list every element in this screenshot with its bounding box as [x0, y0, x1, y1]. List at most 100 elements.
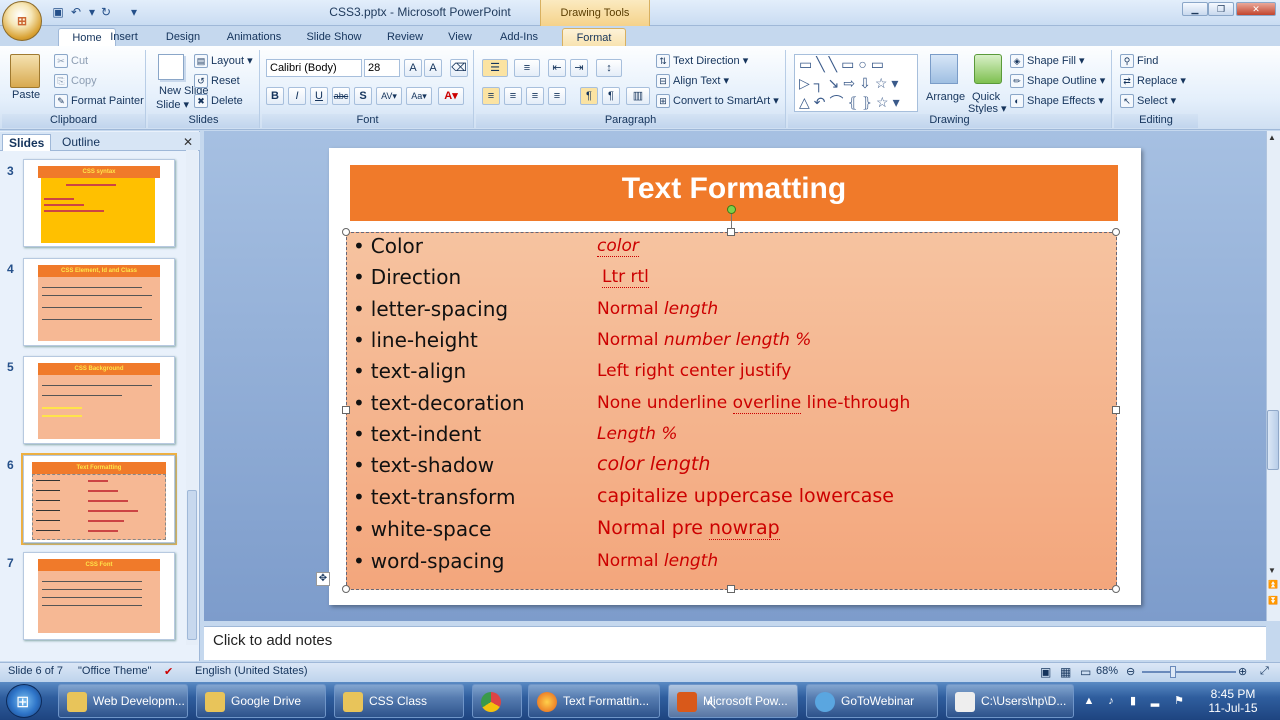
columns-button[interactable]: ▥	[626, 87, 650, 105]
slideshow-view-icon[interactable]: ▭	[1080, 665, 1091, 679]
taskbar-item-css-class[interactable]: CSS Class	[334, 684, 464, 718]
bold-button[interactable]: B	[266, 87, 284, 105]
shape-outline-button[interactable]: ✏ Shape Outline ▾	[1010, 74, 1105, 89]
start-button[interactable]: ⊞	[6, 684, 42, 718]
slide-thumbnail-5[interactable]: CSS Background	[23, 356, 175, 444]
taskbar-item-explorer-path[interactable]: C:\Users\hp\D...	[946, 684, 1074, 718]
find-button[interactable]: ⚲ Find	[1120, 54, 1158, 69]
notes-pane[interactable]	[204, 626, 1266, 660]
close-pane-icon[interactable]: ✕	[183, 135, 193, 149]
zoom-level[interactable]: 68%	[1096, 665, 1118, 677]
zoom-out-icon[interactable]: ⊖	[1126, 665, 1135, 678]
replace-button[interactable]: ⇄ Replace ▾	[1120, 74, 1186, 89]
office-button[interactable]: ⊞	[2, 1, 42, 41]
rtl-button[interactable]: ¶	[602, 87, 620, 105]
zoom-slider-thumb[interactable]	[1170, 666, 1176, 678]
list-item[interactable]: text-align Left right center justify	[353, 359, 1093, 385]
tab-insert[interactable]: Insert	[104, 28, 144, 46]
align-center-button[interactable]: ≡	[504, 87, 522, 105]
slide-sorter-icon[interactable]: ▦	[1060, 665, 1071, 679]
network-icon[interactable]: ▂	[1148, 694, 1162, 708]
italic-button[interactable]: I	[288, 87, 306, 105]
font-size-combo[interactable]: 28	[364, 59, 400, 77]
minimize-button[interactable]: ▁	[1182, 2, 1208, 16]
zoom-slider-track[interactable]	[1142, 671, 1236, 673]
slide-title[interactable]: Text Formatting	[350, 172, 1118, 206]
justify-button[interactable]: ≡	[548, 87, 566, 105]
increase-indent-button[interactable]: ⇥	[570, 59, 588, 77]
list-item[interactable]: white-space Normal pre nowrap	[353, 517, 1093, 543]
copy-button[interactable]: ⎘ Copy	[54, 74, 97, 89]
notes-placeholder[interactable]: Click to add notes	[213, 632, 332, 649]
shape-fill-button[interactable]: ◈ Shape Fill ▾	[1010, 54, 1085, 69]
slide-thumbnail-6[interactable]: Text Formatting	[23, 455, 175, 543]
normal-view-icon[interactable]: ▣	[1040, 665, 1051, 679]
taskbar-item-powerpoint[interactable]: Microsoft Pow...	[668, 684, 798, 718]
list-item[interactable]: letter-spacing Normal length	[353, 297, 1093, 323]
list-item[interactable]: word-spacing Normal length	[353, 549, 1093, 575]
volume-icon[interactable]: ♪	[1104, 694, 1118, 708]
ltr-button[interactable]: ¶	[580, 87, 598, 105]
character-spacing-button[interactable]: AV▾	[376, 87, 402, 105]
text-direction-button[interactable]: ⇅ Text Direction ▾	[656, 54, 748, 69]
resize-handle-l[interactable]	[342, 406, 350, 414]
layout-button[interactable]: ▤ Layout ▾	[194, 54, 253, 69]
tab-view[interactable]: View	[442, 28, 478, 46]
align-left-button[interactable]: ≡	[482, 87, 500, 105]
tab-slides[interactable]: Slides	[2, 134, 52, 151]
tab-add-ins[interactable]: Add-Ins	[494, 28, 544, 46]
scroll-down-icon[interactable]: ▼	[1268, 566, 1276, 575]
tab-review[interactable]: Review	[382, 28, 428, 46]
spellcheck-icon[interactable]: ✔	[164, 665, 173, 678]
taskbar-item-google-drive[interactable]: Google Drive	[196, 684, 326, 718]
tray-expand-icon[interactable]: ▲	[1082, 694, 1096, 708]
delete-button[interactable]: ✖ Delete	[194, 94, 243, 109]
close-button[interactable]: ✕	[1236, 2, 1276, 16]
tab-slide-show[interactable]: Slide Show	[302, 28, 366, 46]
fit-to-window-icon[interactable]: ⤢	[1260, 665, 1269, 678]
tab-animations[interactable]: Animations	[222, 28, 286, 46]
slide-thumbnail-3[interactable]: CSS syntax	[23, 159, 175, 247]
list-item[interactable]: text-decoration None underline overline …	[353, 391, 1093, 417]
convert-smartart-button[interactable]: ⊞ Convert to SmartArt ▾	[656, 94, 779, 109]
paste-icon[interactable]	[10, 54, 40, 88]
arrange-icon[interactable]	[930, 54, 958, 84]
arrange-button[interactable]: Arrange	[926, 90, 965, 104]
new-slide-button-line2[interactable]: Slide ▾	[156, 98, 189, 112]
tab-format[interactable]: Format	[562, 28, 626, 46]
select-button[interactable]: ↖ Select ▾	[1120, 94, 1176, 109]
cut-button[interactable]: ✂ Cut	[54, 54, 88, 69]
reset-button[interactable]: ↺ Reset	[194, 74, 240, 89]
clock[interactable]: 8:45 PM 11-Jul-15	[1198, 687, 1268, 715]
font-name-combo[interactable]: Calibri (Body)	[266, 59, 362, 77]
shape-effects-button[interactable]: ◐ Shape Effects ▾	[1010, 94, 1104, 109]
line-spacing-button[interactable]: ↕	[596, 59, 622, 77]
decrease-indent-button[interactable]: ⇤	[548, 59, 566, 77]
resize-handle-tl[interactable]	[342, 228, 350, 236]
underline-button[interactable]: U	[310, 87, 328, 105]
align-right-button[interactable]: ≡	[526, 87, 544, 105]
previous-slide-icon[interactable]: ⏫	[1268, 580, 1278, 589]
power-icon[interactable]: ▮	[1126, 694, 1140, 708]
list-item[interactable]: text-shadow color length	[353, 453, 1093, 479]
scroll-up-icon[interactable]: ▲	[1268, 133, 1276, 142]
font-color-button[interactable]: A▾	[438, 87, 464, 105]
new-slide-icon[interactable]	[158, 54, 184, 80]
taskbar-item-web-development[interactable]: Web Developm...	[58, 684, 188, 718]
grow-font-button[interactable]: A	[404, 59, 422, 77]
list-item[interactable]: Direction Ltr rtl	[353, 265, 1093, 291]
list-item[interactable]: text-indent Length %	[353, 422, 1093, 448]
zoom-in-icon[interactable]: ⊕	[1238, 665, 1247, 678]
resize-handle-tr[interactable]	[1112, 228, 1120, 236]
resize-handle-r[interactable]	[1112, 406, 1120, 414]
resize-handle-bl[interactable]	[342, 585, 350, 593]
vertical-scroll-thumb[interactable]	[1267, 410, 1279, 470]
taskbar-item-gotowebinar[interactable]: GoToWebinar	[806, 684, 938, 718]
list-item[interactable]: line-height Normal number length %	[353, 328, 1093, 354]
shadow-button[interactable]: S	[354, 87, 372, 105]
resize-handle-b[interactable]	[727, 585, 735, 593]
align-text-button[interactable]: ⊟ Align Text ▾	[656, 74, 729, 89]
clear-formatting-button[interactable]: ⌫	[450, 59, 468, 77]
maximize-button[interactable]: ❐	[1208, 2, 1234, 16]
slide-thumbnail-7[interactable]: CSS Font	[23, 552, 175, 640]
